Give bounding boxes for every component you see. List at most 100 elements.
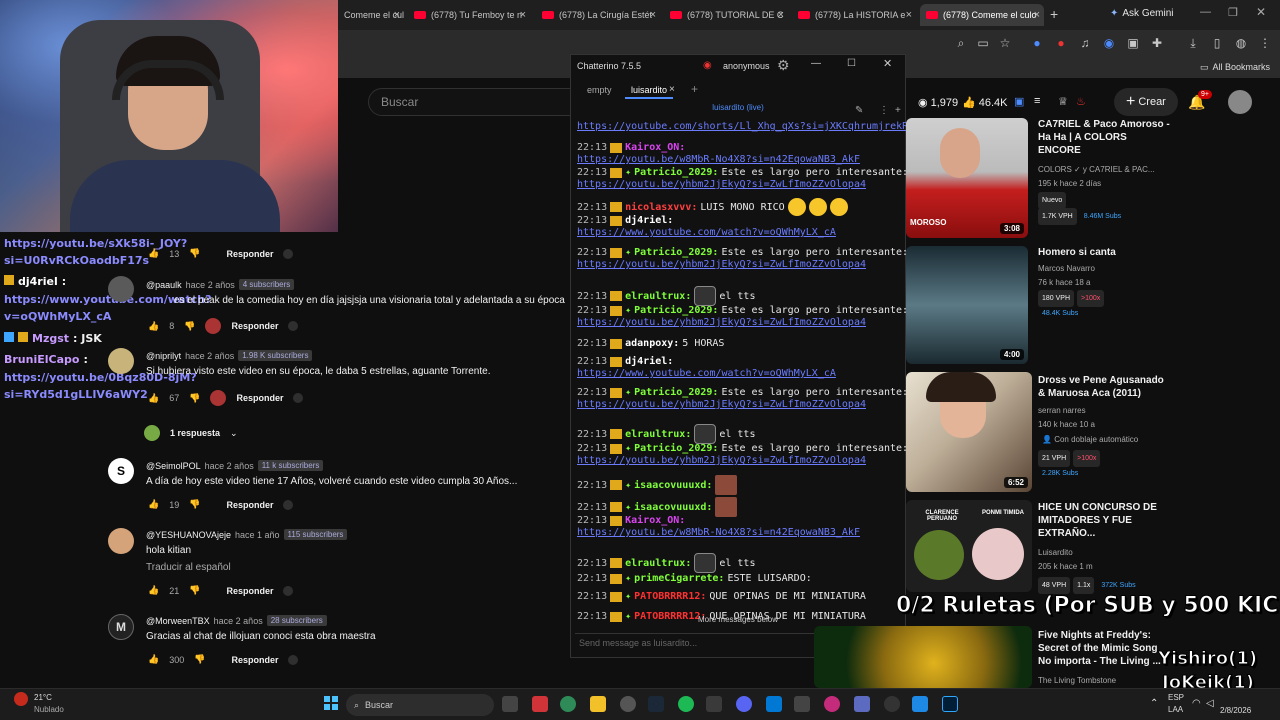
- dislike-icon[interactable]: 👎: [189, 248, 200, 259]
- ask-gemini-button[interactable]: ✦ Ask Gemini: [1110, 8, 1174, 19]
- avatar[interactable]: S: [108, 458, 134, 484]
- video-title[interactable]: Dross ve Pene Agusanado & Maruosa Aca (20…: [1038, 374, 1164, 400]
- all-bookmarks-button[interactable]: ▭ All Bookmarks: [1200, 62, 1270, 73]
- app-icon[interactable]: [912, 696, 928, 712]
- chevron-up-icon[interactable]: ⌃: [1150, 698, 1158, 709]
- dislike-icon[interactable]: 👎: [194, 654, 205, 665]
- chatterino-icon[interactable]: [706, 696, 722, 712]
- create-button[interactable]: + Crear: [1114, 88, 1178, 116]
- profile-icon[interactable]: ◍: [1234, 36, 1248, 50]
- more-icon[interactable]: [283, 585, 294, 596]
- minimize-icon[interactable]: —: [1200, 6, 1211, 18]
- video-thumbnail[interactable]: [814, 626, 1032, 688]
- add-tab-icon[interactable]: +: [691, 82, 698, 96]
- video-title[interactable]: CA7RIEL & Paco Amoroso - Ha Ha | A COLORS…: [1038, 118, 1170, 157]
- message-username[interactable]: Patricio_2029:: [634, 167, 718, 178]
- message-username[interactable]: dj4riel:: [625, 215, 673, 226]
- gear-icon[interactable]: ⚙: [777, 57, 790, 74]
- app-icon[interactable]: [854, 696, 870, 712]
- like-icon[interactable]: 👍: [148, 248, 159, 259]
- menu-icon[interactable]: ⋮: [1258, 36, 1272, 50]
- like-icon[interactable]: 👍: [148, 393, 159, 404]
- dislike-icon[interactable]: 👎: [189, 499, 200, 510]
- opera-icon[interactable]: [824, 696, 840, 712]
- reply-button[interactable]: Responder: [236, 393, 283, 403]
- message-username[interactable]: Patricio_2029:: [634, 387, 718, 398]
- browser-tab[interactable]: (6778) TUTORIAL DE C ×: [664, 4, 788, 26]
- like-icon[interactable]: 👍: [148, 585, 159, 596]
- list-icon[interactable]: ≡: [1034, 95, 1040, 107]
- message-link[interactable]: https://youtu.be/w8MbR-No4X8?si=n42Eqowa…: [577, 527, 860, 538]
- message-username[interactable]: elraultrux:: [625, 291, 691, 302]
- message-username[interactable]: isaacovuuuxd:: [634, 480, 712, 491]
- browser-tab[interactable]: (6778) La HISTORIA e ×: [792, 4, 916, 26]
- like-icon[interactable]: 👍: [148, 654, 159, 665]
- minimize-icon[interactable]: —: [811, 58, 821, 69]
- youtube-search-input[interactable]: Buscar: [368, 88, 574, 116]
- message-link[interactable]: https://youtu.be/yhbm2JjEkyQ?si=ZwLfImoZ…: [577, 259, 866, 270]
- message-username[interactable]: elraultrux:: [625, 429, 691, 440]
- message-username[interactable]: Kairox_ON:: [625, 142, 685, 153]
- comment-author[interactable]: @YESHUANOVAjeje: [146, 530, 231, 540]
- message-link[interactable]: https://youtu.be/yhbm2JjEkyQ?si=ZwLfImoZ…: [577, 455, 866, 466]
- extensions-puzzle-icon[interactable]: ✚: [1150, 36, 1164, 50]
- message-username[interactable]: nicolasxvvv:: [625, 202, 697, 213]
- reply-button[interactable]: Responder: [231, 321, 278, 331]
- close-tab-icon[interactable]: ×: [906, 9, 912, 21]
- more-icon[interactable]: [283, 248, 294, 259]
- app-icon[interactable]: [794, 696, 810, 712]
- cast-icon[interactable]: ▭: [976, 36, 990, 50]
- pencil-icon[interactable]: ✎: [855, 105, 863, 116]
- video-thumbnail[interactable]: 4:00: [906, 246, 1028, 364]
- close-window-icon[interactable]: ✕: [1256, 5, 1266, 19]
- avatar[interactable]: [108, 276, 134, 302]
- chatterino-account[interactable]: anonymous: [723, 61, 770, 71]
- close-tab-icon[interactable]: ×: [650, 9, 656, 21]
- task-view-icon[interactable]: [502, 696, 518, 712]
- message-username[interactable]: Patricio_2029:: [634, 305, 718, 316]
- close-tab-icon[interactable]: ×: [394, 9, 400, 21]
- message-username[interactable]: PATOBRRRR12:: [634, 591, 706, 602]
- extension-icon[interactable]: ▣: [1126, 36, 1140, 50]
- message-link[interactable]: https://youtu.be/yhbm2JjEkyQ?si=ZwLfImoZ…: [577, 179, 866, 190]
- message-username[interactable]: elraultrux:: [625, 558, 691, 569]
- vscode-icon[interactable]: [766, 696, 782, 712]
- trophy-icon[interactable]: ♕: [1058, 95, 1068, 108]
- windows-start-icon[interactable]: [324, 696, 338, 710]
- reply-button[interactable]: Responder: [231, 655, 278, 665]
- video-channel[interactable]: Luisardito: [1038, 546, 1073, 559]
- github-icon[interactable]: [884, 696, 900, 712]
- dislike-icon[interactable]: 👎: [189, 393, 200, 404]
- extension-icon[interactable]: ●: [1030, 36, 1044, 50]
- message-link[interactable]: https://www.youtube.com/watch?v=oQWhMyLX…: [577, 227, 836, 238]
- message-link[interactable]: https://youtu.be/yhbm2JjEkyQ?si=ZwLfImoZ…: [577, 399, 866, 410]
- discord-icon[interactable]: [736, 696, 752, 712]
- reply-button[interactable]: Responder: [226, 586, 273, 596]
- tab-empty[interactable]: empty: [581, 83, 618, 97]
- comment-author[interactable]: @MorweenTBX: [146, 616, 210, 626]
- video-channel[interactable]: COLORS ✓ y CA7RIEL & PAC...: [1038, 163, 1155, 176]
- browser-tab[interactable]: (6778) La Cirugía Estét ×: [536, 4, 660, 26]
- like-icon[interactable]: 👍: [148, 499, 159, 510]
- video-channel[interactable]: Marcos Navarro: [1038, 262, 1095, 275]
- weather-temp[interactable]: 21°C: [34, 693, 52, 702]
- translate-link[interactable]: Traducir al español: [146, 562, 231, 573]
- new-tab-button[interactable]: +: [1050, 6, 1058, 22]
- wifi-icon[interactable]: ◠: [1192, 698, 1201, 709]
- extension-icon[interactable]: ♫: [1078, 36, 1092, 50]
- video-thumbnail[interactable]: 6:52: [906, 372, 1032, 492]
- extension-icon[interactable]: ◉: [1102, 36, 1116, 50]
- extension-icon[interactable]: ▣: [1014, 95, 1024, 108]
- message-username[interactable]: Kairox_ON:: [625, 515, 685, 526]
- more-icon[interactable]: [283, 499, 294, 510]
- add-split-icon[interactable]: +: [895, 105, 901, 116]
- message-username[interactable]: Patricio_2029:: [634, 247, 718, 258]
- steam-icon[interactable]: [648, 696, 664, 712]
- browser-tab[interactable]: (6778) Tu Femboy te n ×: [408, 4, 530, 26]
- reply-button[interactable]: Responder: [226, 500, 273, 510]
- message-username[interactable]: primeCigarrete:: [634, 573, 724, 584]
- browser-tab-active[interactable]: (6778) Comeme el culo ×: [920, 4, 1044, 26]
- avatar[interactable]: [1228, 90, 1252, 114]
- sidebar-icon[interactable]: ▯: [1210, 36, 1224, 50]
- close-tab-icon[interactable]: ×: [669, 84, 675, 95]
